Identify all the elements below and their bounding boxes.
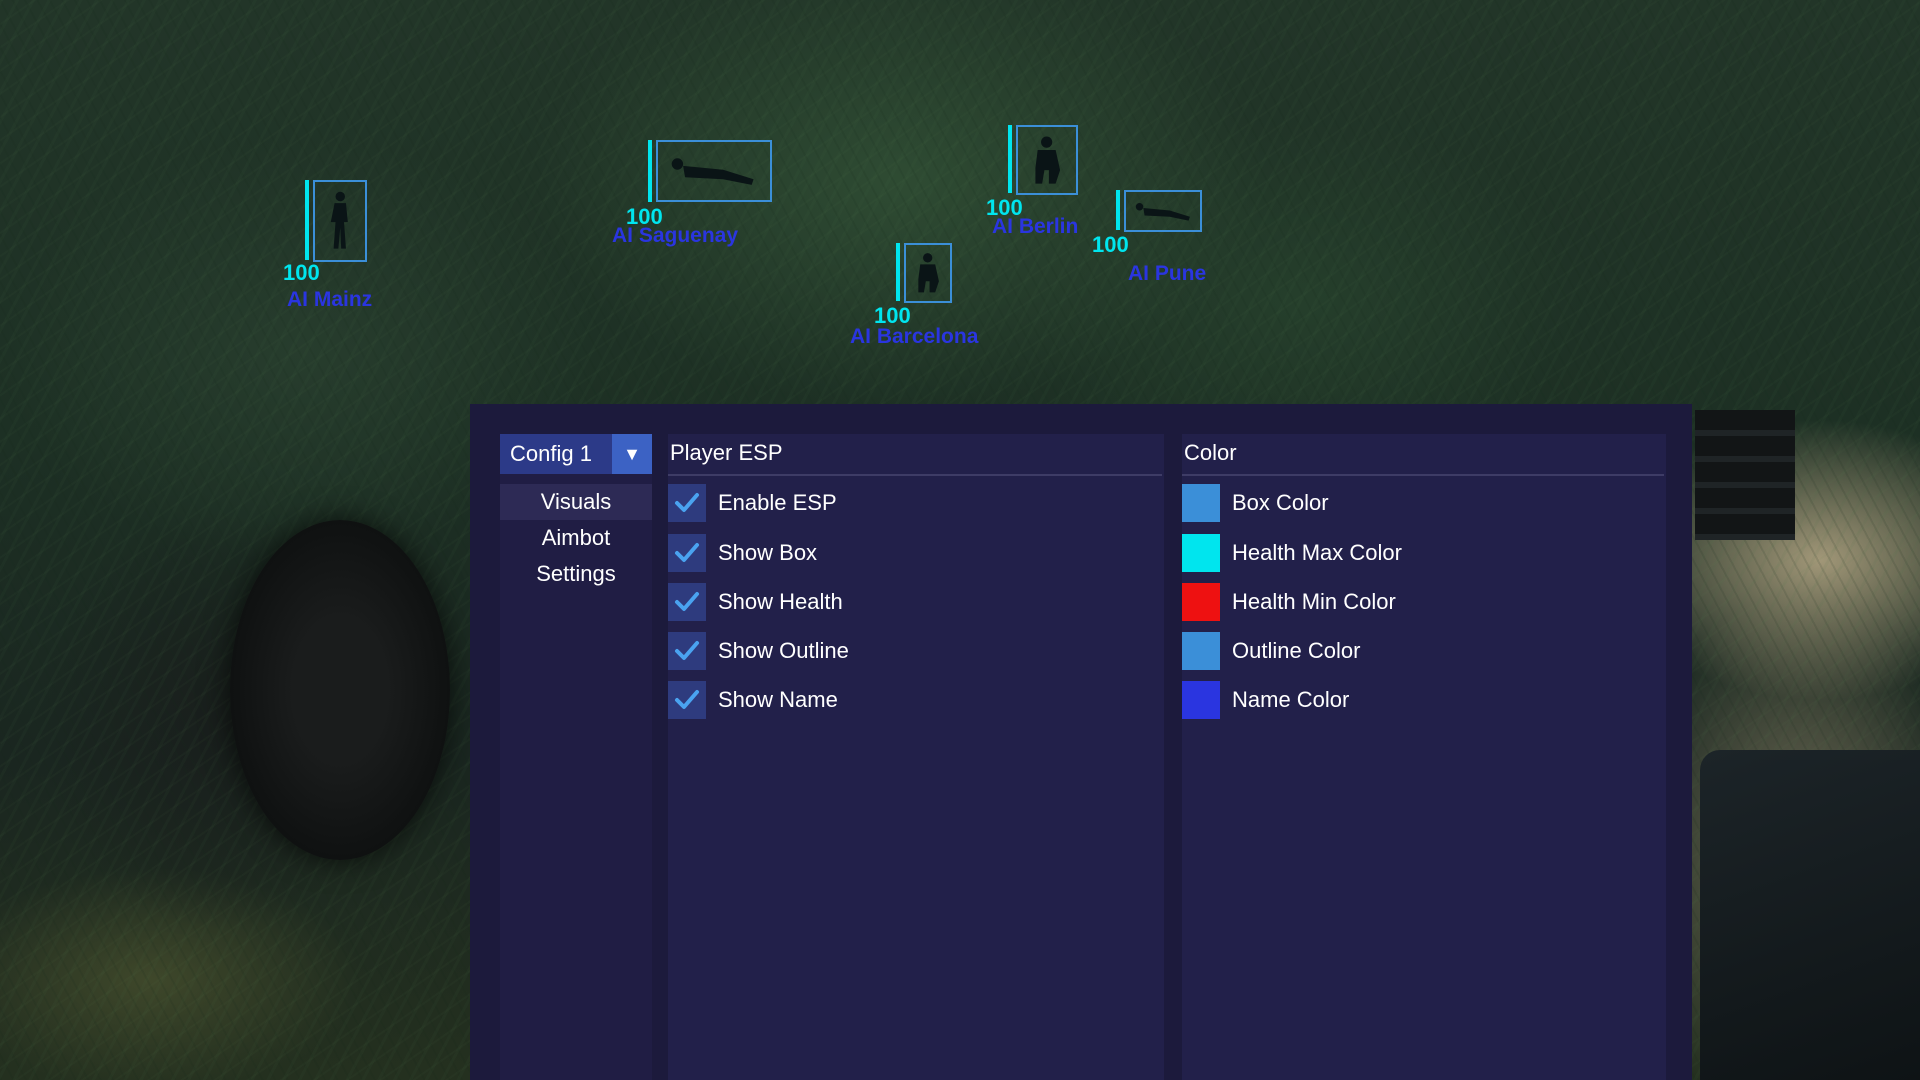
player-name: AI Mainz [287, 288, 373, 311]
triangle-down-icon[interactable]: ▼ [612, 434, 652, 474]
checkmark-icon [675, 592, 699, 611]
config-dropdown[interactable]: Config 1 ▼ [500, 434, 652, 474]
health-value: 100 [283, 260, 320, 285]
checkbox[interactable] [668, 534, 706, 572]
esp-box [1124, 190, 1202, 232]
option-label: Outline Color [1232, 638, 1361, 663]
option-show-health[interactable]: Show Health [668, 583, 843, 621]
prone-soldier-silhouette-icon [1135, 202, 1190, 221]
checkbox[interactable] [668, 484, 706, 522]
menu-sidebar: Config 1 ▼ Visuals Aimbot Settings [500, 434, 652, 1080]
option-label: Box Color [1232, 490, 1329, 515]
option-label: Enable ESP [718, 490, 837, 515]
color-option-box[interactable]: Box Color [1182, 484, 1329, 522]
esp-box [656, 140, 772, 202]
color-swatch[interactable] [1182, 583, 1220, 621]
crouching-soldier-silhouette-icon [918, 253, 940, 293]
player-name: AI Berlin [992, 215, 1079, 238]
esp-target: 100 AI Berlin [986, 125, 1128, 245]
checkbox[interactable] [668, 583, 706, 621]
esp-box [904, 243, 952, 303]
color-title: Color [1182, 434, 1664, 476]
prone-soldier-silhouette-icon [672, 158, 754, 186]
checkbox[interactable] [668, 632, 706, 670]
player-esp-panel: Player ESP Enable ESP Show Box Show Heal… [668, 434, 1164, 1080]
crouching-soldier-silhouette-icon [1035, 136, 1061, 184]
color-swatch[interactable] [1182, 484, 1220, 522]
option-label: Show Name [718, 687, 838, 712]
option-label: Health Max Color [1232, 540, 1402, 565]
config-dropdown-value: Config 1 [510, 441, 592, 466]
checkmark-icon [675, 493, 699, 512]
option-label: Show Box [718, 540, 818, 565]
checkmark-icon [675, 543, 699, 562]
color-swatch[interactable] [1182, 632, 1220, 670]
player-name: AI Pune [1128, 262, 1207, 285]
health-bar [1116, 190, 1120, 230]
tire-stack [1695, 410, 1795, 540]
option-show-box[interactable]: Show Box [668, 534, 817, 572]
checkmark-icon [675, 690, 699, 709]
color-option-name[interactable]: Name Color [1182, 681, 1349, 719]
health-bar [896, 243, 900, 301]
color-swatch[interactable] [1182, 681, 1220, 719]
option-show-outline[interactable]: Show Outline [668, 632, 849, 670]
health-bar [648, 140, 652, 202]
nav-item-aimbot[interactable]: Aimbot [500, 520, 652, 556]
option-label: Show Outline [718, 638, 849, 663]
vehicle-wheel [230, 520, 450, 860]
weapon-viewmodel [1700, 750, 1920, 1080]
nav-item-settings[interactable]: Settings [500, 556, 652, 592]
player-name: AI Saguenay [612, 224, 739, 247]
esp-target: 100 AI Saguenay [612, 140, 798, 250]
checkbox[interactable] [668, 681, 706, 719]
color-swatch[interactable] [1182, 534, 1220, 572]
color-panel: Color Box Color Health Max Color Health … [1182, 434, 1666, 1080]
player-name: AI Barcelona [850, 325, 979, 348]
game-viewport: 100 AI Mainz 100 AI Saguenay 100 AI Berl… [0, 0, 1920, 1080]
option-enable-esp[interactable]: Enable ESP [668, 484, 837, 522]
color-option-health-max[interactable]: Health Max Color [1182, 534, 1402, 572]
color-option-health-min[interactable]: Health Min Color [1182, 583, 1396, 621]
standing-soldier-silhouette-icon [330, 191, 348, 249]
health-value: 100 [1092, 232, 1129, 257]
health-bar [1008, 125, 1012, 193]
esp-target: 100 AI Mainz [283, 180, 415, 320]
esp-box [313, 180, 367, 262]
esp-box [1016, 125, 1078, 195]
esp-target: 100 AI Barcelona [850, 243, 1046, 353]
option-show-name[interactable]: Show Name [668, 681, 838, 719]
nav-item-visuals[interactable]: Visuals [500, 484, 652, 520]
player-esp-title: Player ESP [668, 434, 1162, 476]
option-label: Show Health [718, 589, 843, 614]
cheat-menu-window: Config 1 ▼ Visuals Aimbot Settings Playe… [470, 404, 1692, 1080]
option-label: Name Color [1232, 687, 1350, 712]
checkmark-icon [675, 641, 699, 660]
health-bar [305, 180, 309, 260]
option-label: Health Min Color [1232, 589, 1396, 614]
esp-target: 100 AI Pune [1092, 190, 1256, 300]
color-option-outline[interactable]: Outline Color [1182, 632, 1360, 670]
